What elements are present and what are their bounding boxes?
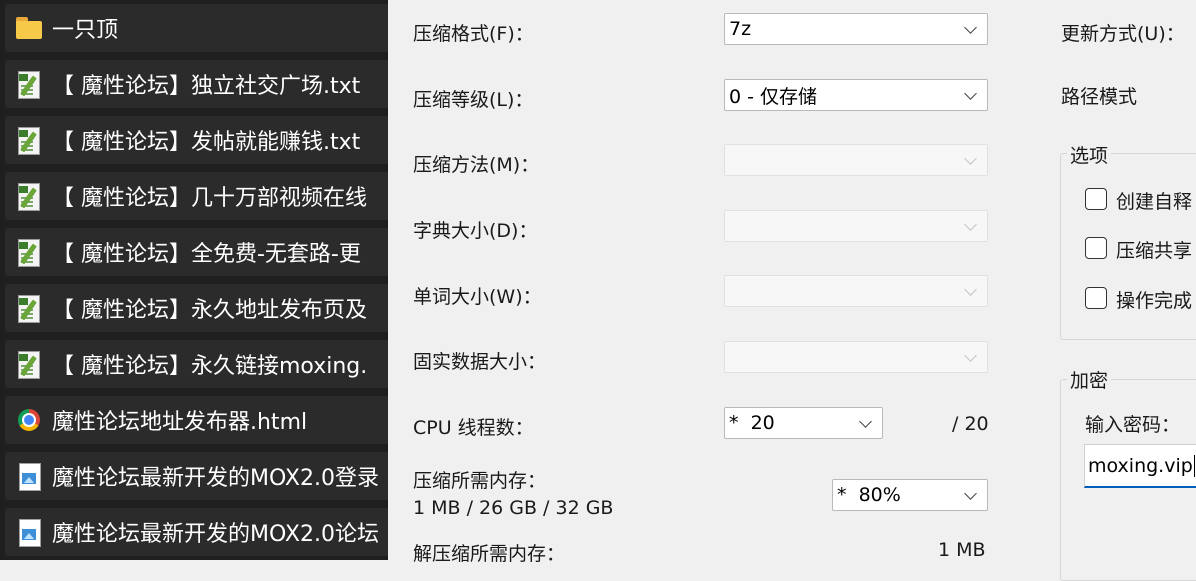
decompress-memory-value: 1 MB [938,539,986,561]
chevron-down-icon [964,87,977,100]
level-select[interactable]: 0 - 仅存储 [724,79,988,111]
chrome-html-icon [14,405,44,435]
memory-usage-select[interactable]: * 80% [832,479,988,511]
file-list-item[interactable]: 【 魔性论坛】永久链接moxing. [5,340,388,388]
solid-size-label: 固实数据大小： [413,351,547,373]
text-file-icon [14,293,44,323]
options-group-title: 选项 [1067,141,1112,168]
sfx-checkbox-label: 创建自释 [1116,191,1193,213]
shared-files-checkbox-label: 压缩共享 [1116,240,1193,262]
text-file-icon [14,125,44,155]
memory-label: 压缩所需内存： [413,470,547,492]
chevron-down-icon [964,487,977,500]
format-value: 7z [729,18,752,40]
word-size-label: 单词大小(W)： [413,286,542,308]
file-list-item[interactable]: 魔性论坛最新开发的MOX2.0登录 [5,452,388,500]
file-name: 魔性论坛最新开发的MOX2.0论坛 [52,522,379,547]
method-label: 压缩方法(M)： [413,154,540,176]
update-mode-label: 更新方式(U)： [1061,23,1185,45]
format-label: 压缩格式(F)： [413,23,534,45]
password-label: 输入密码： [1085,414,1181,436]
file-list-item[interactable]: 【 魔性论坛】几十万部视频在线 [5,172,388,220]
file-list-item[interactable]: 【 魔性论坛】发帖就能赚钱.txt [5,116,388,164]
format-select[interactable]: 7z [724,13,988,45]
threads-max: / 20 [952,413,989,435]
chevron-down-icon [964,283,977,296]
text-file-icon [14,349,44,379]
password-value: moxing.vip [1088,454,1193,477]
chevron-down-icon [964,349,977,362]
text-caret [1193,454,1195,477]
file-name: 【 魔性论坛】永久链接moxing. [52,354,368,379]
file-name: 【 魔性论坛】发帖就能赚钱.txt [52,130,361,155]
text-file-icon [14,237,44,267]
file-list-item[interactable]: 魔性论坛最新开发的MOX2.0论坛 [5,508,388,556]
encryption-group-title: 加密 [1067,366,1112,393]
shared-files-checkbox[interactable] [1085,237,1107,259]
dict-size-select[interactable] [724,210,988,242]
file-name: 【 魔性论坛】全免费-无套路-更 [52,242,361,267]
memory-usage-value: * 80% [837,484,901,506]
image-file-icon [14,461,44,491]
level-label: 压缩等级(L)： [413,89,534,111]
delete-after-checkbox-label: 操作完成 [1116,290,1193,312]
file-list: 一只顶【 魔性论坛】独立社交广场.txt 【 魔性论坛】发帖就能赚钱.txt 【 魔… [0,0,388,560]
level-value: 0 - 仅存储 [729,85,818,108]
text-file-icon [14,181,44,211]
file-list-item[interactable]: 【 魔性论坛】永久地址发布页及 [5,284,388,332]
file-name: 一只顶 [52,18,119,43]
chevron-down-icon [859,415,872,428]
word-size-select[interactable] [724,275,988,307]
folder-icon [14,13,44,43]
file-name: 【 魔性论坛】永久地址发布页及 [52,298,367,323]
threads-value: * 20 [729,412,775,434]
file-name: 【 魔性论坛】独立社交广场.txt [52,74,361,99]
path-mode-label: 路径模式 [1061,86,1138,108]
threads-select[interactable]: * 20 [724,407,883,439]
password-input[interactable]: moxing.vip [1084,444,1196,488]
chevron-down-icon [964,21,977,34]
file-name: 【 魔性论坛】几十万部视频在线 [52,186,367,211]
file-list-item[interactable]: 魔性论坛地址发布器.html [5,396,388,444]
decompress-memory-label: 解压缩所需内存： [413,543,566,565]
image-file-icon [14,517,44,547]
file-name: 魔性论坛地址发布器.html [52,410,308,435]
file-name: 魔性论坛最新开发的MOX2.0登录 [52,466,379,491]
sfx-checkbox[interactable] [1085,188,1107,210]
chevron-down-icon [964,218,977,231]
method-select[interactable] [724,144,988,176]
file-list-item[interactable]: 【 魔性论坛】全免费-无套路-更 [5,228,388,276]
memory-detail: 1 MB / 26 GB / 32 GB [413,497,614,519]
file-list-item[interactable]: 一只顶 [5,4,388,52]
threads-label: CPU 线程数： [413,417,534,439]
solid-size-select[interactable] [724,341,988,373]
delete-after-checkbox[interactable] [1085,287,1107,309]
dict-size-label: 字典大小(D)： [413,220,538,242]
text-file-icon [14,69,44,99]
file-list-item[interactable]: 【 魔性论坛】独立社交广场.txt [5,60,388,108]
chevron-down-icon [964,152,977,165]
